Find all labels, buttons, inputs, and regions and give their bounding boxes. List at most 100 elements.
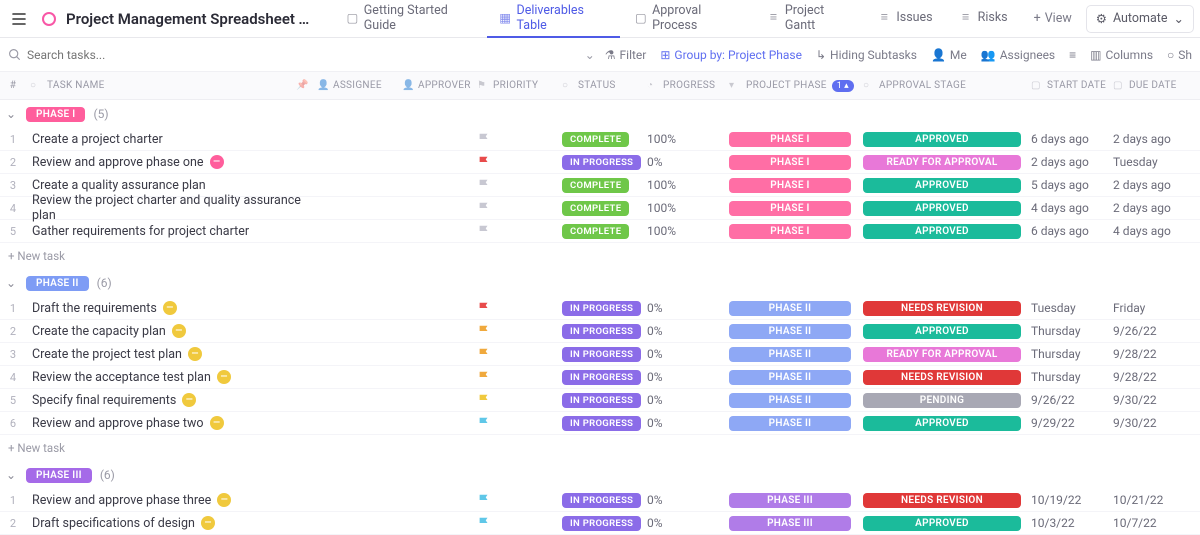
caret-down-icon[interactable]: ⌄	[4, 468, 18, 482]
due-date-cell[interactable]: 10/21/22	[1113, 493, 1185, 507]
table-row[interactable]: 1Draft the requirements—IN PROGRESS0%PHA…	[0, 297, 1200, 320]
task-name-cell[interactable]: Gather requirements for project charter	[22, 224, 317, 239]
tab-getting-started-guide[interactable]: ▢Getting Started Guide	[334, 0, 485, 38]
chevron-down-icon[interactable]: ⌄	[585, 48, 595, 62]
phase-cell[interactable]: PHASE III	[729, 493, 863, 508]
progress-cell[interactable]: 0%	[647, 416, 729, 430]
progress-cell[interactable]: 100%	[647, 224, 729, 238]
tab-project-gantt[interactable]: ≡Project Gantt	[755, 0, 863, 38]
subtasks-button[interactable]: ↳Hiding Subtasks	[816, 48, 917, 62]
tab-deliverables-table[interactable]: ▦Deliverables Table	[487, 0, 621, 38]
table-row[interactable]: 5Gather requirements for project charter…	[0, 220, 1200, 243]
start-date-cell[interactable]: 2 days ago	[1031, 155, 1113, 169]
phase-cell[interactable]: PHASE I	[729, 201, 863, 216]
priority-cell[interactable]	[477, 393, 562, 407]
due-date-cell[interactable]: 10/7/22	[1113, 516, 1185, 530]
task-name-cell[interactable]: Create the project test plan—	[22, 347, 317, 362]
task-name-cell[interactable]: Review the acceptance test plan—	[22, 370, 317, 385]
col-due[interactable]: ▢DUE DATE	[1113, 80, 1185, 92]
approval-cell[interactable]: APPROVED	[863, 178, 1031, 193]
start-date-cell[interactable]: 6 days ago	[1031, 132, 1113, 146]
col-assignee[interactable]: 👤ASSIGNEE	[317, 80, 402, 92]
phase-cell[interactable]: PHASE I	[729, 224, 863, 239]
list-icon[interactable]: ≡	[1069, 48, 1076, 62]
due-date-cell[interactable]: 4 days ago	[1113, 224, 1185, 238]
col-priority[interactable]: ⚑PRIORITY	[477, 80, 562, 92]
task-name-cell[interactable]: Review the project charter and quality a…	[22, 193, 317, 223]
table-row[interactable]: 4Review the project charter and quality …	[0, 197, 1200, 220]
show-button[interactable]: ○Sh	[1167, 48, 1192, 62]
status-cell[interactable]: IN PROGRESS	[562, 324, 647, 339]
start-date-cell[interactable]: 9/26/22	[1031, 393, 1113, 407]
group-by-button[interactable]: ⊞Group by: Project Phase	[660, 48, 802, 62]
tab-risks[interactable]: ≡Risks	[947, 0, 1020, 38]
due-date-cell[interactable]: Tuesday	[1113, 155, 1185, 169]
due-date-cell[interactable]: 2 days ago	[1113, 178, 1185, 192]
progress-cell[interactable]: 0%	[647, 370, 729, 384]
status-cell[interactable]: IN PROGRESS	[562, 155, 647, 170]
group-phase-pill[interactable]: PHASE I	[26, 107, 85, 122]
phase-cell[interactable]: PHASE II	[729, 347, 863, 362]
start-date-cell[interactable]: Thursday	[1031, 347, 1113, 361]
col-approval[interactable]: ○APPROVAL STAGE	[863, 80, 1031, 92]
priority-cell[interactable]	[477, 132, 562, 146]
approval-cell[interactable]: NEEDS REVISION	[863, 301, 1031, 316]
caret-down-icon[interactable]: ⌄	[4, 107, 18, 121]
phase-cell[interactable]: PHASE I	[729, 155, 863, 170]
phase-cell[interactable]: PHASE II	[729, 324, 863, 339]
table-row[interactable]: 4Review the acceptance test plan—IN PROG…	[0, 366, 1200, 389]
table-row[interactable]: 2Draft specifications of design—IN PROGR…	[0, 512, 1200, 535]
start-date-cell[interactable]: 10/19/22	[1031, 493, 1113, 507]
task-name-cell[interactable]: Draft the requirements—	[22, 301, 317, 316]
add-view-button[interactable]: + View	[1024, 11, 1082, 26]
task-name-cell[interactable]: Review and approve phase one—	[22, 155, 317, 170]
start-date-cell[interactable]: 4 days ago	[1031, 201, 1113, 215]
status-cell[interactable]: IN PROGRESS	[562, 416, 647, 431]
start-date-cell[interactable]: 10/3/22	[1031, 516, 1113, 530]
tab-approval-process[interactable]: ▢Approval Process	[622, 0, 753, 38]
new-task-button[interactable]: + New task	[0, 243, 1200, 269]
priority-cell[interactable]	[477, 324, 562, 338]
task-name-cell[interactable]: Create a quality assurance plan	[22, 178, 317, 193]
table-row[interactable]: 1Review and approve phase three—IN PROGR…	[0, 489, 1200, 512]
status-cell[interactable]: IN PROGRESS	[562, 370, 647, 385]
priority-cell[interactable]	[477, 224, 562, 238]
phase-cell[interactable]: PHASE I	[729, 178, 863, 193]
table-row[interactable]: 2Review and approve phase one—IN PROGRES…	[0, 151, 1200, 174]
approval-cell[interactable]: APPROVED	[863, 416, 1031, 431]
col-progress[interactable]: ◔PROGRESS	[647, 80, 729, 92]
start-date-cell[interactable]: Tuesday	[1031, 301, 1113, 315]
automate-button[interactable]: ⚙ Automate ⌄	[1086, 5, 1194, 33]
due-date-cell[interactable]: 9/30/22	[1113, 416, 1185, 430]
status-cell[interactable]: IN PROGRESS	[562, 301, 647, 316]
new-task-button[interactable]: + New task	[0, 435, 1200, 461]
col-num[interactable]: #	[0, 80, 22, 91]
tab-issues[interactable]: ≡Issues	[865, 0, 944, 38]
progress-cell[interactable]: 0%	[647, 493, 729, 507]
start-date-cell[interactable]: Thursday	[1031, 324, 1113, 338]
priority-cell[interactable]	[477, 178, 562, 192]
columns-button[interactable]: ▥Columns	[1090, 48, 1153, 62]
caret-down-icon[interactable]: ⌄	[4, 276, 18, 290]
approval-cell[interactable]: READY FOR APPROVAL	[863, 155, 1031, 170]
filter-button[interactable]: ⚗Filter	[605, 48, 647, 62]
approval-cell[interactable]: PENDING	[863, 393, 1031, 408]
progress-cell[interactable]: 0%	[647, 393, 729, 407]
status-cell[interactable]: IN PROGRESS	[562, 493, 647, 508]
col-task[interactable]: ○TASK NAME📌	[22, 80, 317, 92]
start-date-cell[interactable]: 5 days ago	[1031, 178, 1113, 192]
status-cell[interactable]: COMPLETE	[562, 132, 647, 147]
due-date-cell[interactable]: Friday	[1113, 301, 1185, 315]
approval-cell[interactable]: APPROVED	[863, 201, 1031, 216]
col-approver[interactable]: 👤APPROVER	[402, 80, 477, 92]
due-date-cell[interactable]: 9/28/22	[1113, 370, 1185, 384]
status-cell[interactable]: COMPLETE	[562, 178, 647, 193]
priority-cell[interactable]	[477, 201, 562, 215]
status-cell[interactable]: IN PROGRESS	[562, 393, 647, 408]
priority-cell[interactable]	[477, 516, 562, 530]
col-start[interactable]: ▢START DATE	[1031, 80, 1113, 92]
priority-cell[interactable]	[477, 155, 562, 169]
task-name-cell[interactable]: Create a project charter	[22, 132, 317, 147]
progress-cell[interactable]: 0%	[647, 347, 729, 361]
approval-cell[interactable]: APPROVED	[863, 324, 1031, 339]
